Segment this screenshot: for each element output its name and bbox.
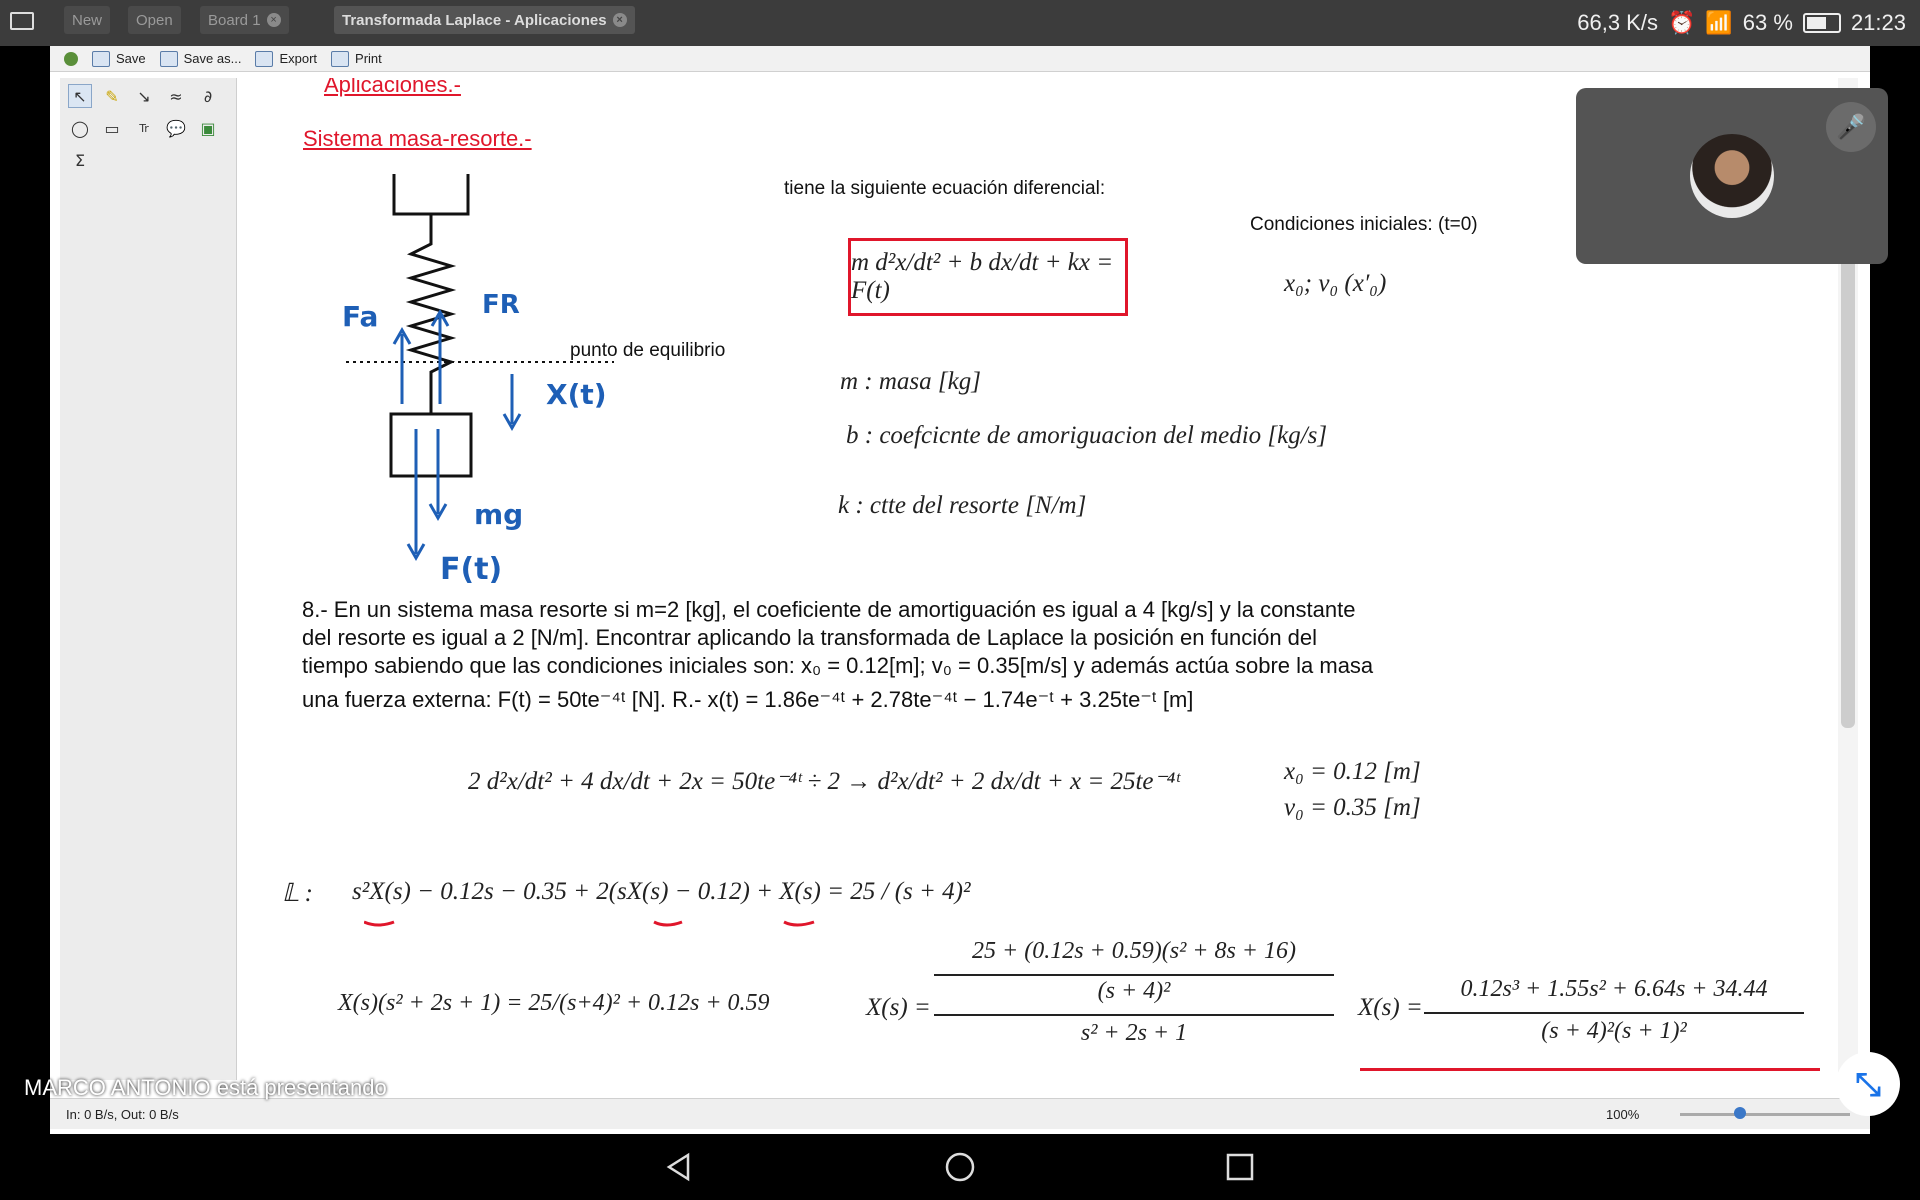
battery-icon: [1802, 13, 1841, 33]
close-icon[interactable]: ×: [266, 13, 281, 27]
ellipse-tool-icon[interactable]: ◯: [68, 116, 92, 140]
comment-tool-icon[interactable]: 💬: [164, 116, 188, 140]
pointer-tool-icon[interactable]: ↖: [68, 84, 92, 108]
close-icon[interactable]: ×: [612, 13, 627, 27]
formula-tool-icon[interactable]: Σ: [68, 148, 92, 172]
xs-denominator: s² + 2s + 1: [1080, 1020, 1188, 1046]
status-bar: New Open Board 1 × Transformada Laplace -…: [0, 0, 1920, 46]
main-equation: m d²x/dt² + b dx/dt + kx = F(t): [851, 249, 1114, 304]
initial-values: x₀; v₀ (x′₀): [1284, 270, 1387, 297]
net-speed: 66,3 K/s: [1577, 10, 1658, 35]
handwriting-fa: Fa: [342, 300, 379, 333]
xs-final-numerator: 0.12s³ + 1.55s² + 6.64s + 34.44: [1460, 976, 1768, 1002]
red-underline: [1360, 1068, 1820, 1071]
save-button[interactable]: Save: [92, 50, 146, 67]
export-icon: [255, 50, 274, 67]
tab-open[interactable]: Open: [128, 6, 181, 34]
fraction-bar: [1424, 1012, 1804, 1014]
io-status: In: 0 B/s, Out: 0 B/s: [66, 1107, 179, 1122]
zoom-slider-handle[interactable]: [1734, 1107, 1746, 1119]
main-equation-box: m d²x/dt² + b dx/dt + kx = F(t): [848, 238, 1128, 316]
toolbar: Save Save as... Export Print: [50, 46, 1870, 72]
handwriting-mg: mg: [474, 498, 524, 531]
handwriting-x-t: X(t): [546, 378, 607, 411]
laplace-transform-step: s²X(s) − 0.12s − 0.35 + 2(sX(s) − 0.12) …: [352, 878, 971, 905]
problem-line-2: del resorte es igual a 2 [N/m]. Encontra…: [302, 625, 1318, 650]
zoom-slider[interactable]: [1680, 1113, 1850, 1116]
xs-label-1: X(s) =: [866, 994, 931, 1021]
save-icon: [92, 50, 110, 67]
home-nav-icon[interactable]: [945, 1152, 975, 1182]
save-as-icon: [159, 50, 178, 67]
pencil-tool-icon[interactable]: ✎: [100, 84, 124, 108]
step-normalize: 2 d²x/dt² + 4 dx/dt + 2x = 50te⁻⁴ᵗ ÷ 2 →…: [468, 768, 1180, 795]
alarm-icon: ⏰: [1667, 10, 1696, 35]
tab-label: Board 1: [208, 11, 261, 29]
zoom-level: 100%: [1606, 1107, 1640, 1122]
wifi-icon: 📶: [1705, 10, 1733, 35]
rectangle-tool-icon[interactable]: ▭: [100, 116, 124, 140]
xs-factored: X(s)(s² + 2s + 1) = 25/(s+4)² + 0.12s + …: [338, 990, 770, 1016]
x0-value: x₀ = 0.12 [m]: [1284, 758, 1421, 785]
problem-statement: 8.- En un sistema masa resorte si m=2 [k…: [302, 596, 1722, 714]
xs-mid-denominator: (s + 4)²: [1097, 978, 1171, 1004]
export-label: Export: [279, 51, 318, 66]
tab-new[interactable]: New: [64, 6, 111, 34]
heading-aplicaciones: Aplicaciones.-: [324, 78, 461, 97]
export-button[interactable]: Export: [255, 50, 318, 67]
equilibrium-label: punto de equilibrio: [570, 340, 726, 361]
heading-sistema-masa-resorte: Sistema masa-resorte.-: [303, 126, 532, 151]
recents-nav-icon[interactable]: [1225, 1152, 1255, 1182]
line-tool-icon[interactable]: ↘: [132, 84, 156, 108]
laplace-symbol: 𝕃 :: [282, 880, 313, 907]
participant-tile[interactable]: 🎤: [1576, 88, 1888, 264]
initial-conditions-label: Condiciones iniciales: (t=0): [1250, 214, 1478, 235]
clock: 21:23: [1850, 10, 1906, 35]
definition-m: m : masa [kg]: [840, 368, 981, 395]
curve-tool-icon[interactable]: ≈: [164, 84, 188, 108]
battery-level: 63 %: [1742, 10, 1793, 35]
handwriting-f-t: F(t): [440, 552, 503, 587]
fraction-bar: [934, 974, 1334, 976]
tab-label: Open: [136, 11, 173, 29]
definition-k: k : ctte del resorte [N/m]: [838, 492, 1087, 519]
print-button[interactable]: Print: [331, 50, 382, 67]
problem-line-3: tiempo sabiendo que las condiciones inic…: [302, 653, 1374, 678]
save-label: Save: [116, 51, 146, 66]
cast-icon: [10, 12, 34, 30]
print-label: Print: [355, 51, 382, 66]
tab-label: New: [72, 11, 103, 29]
xs-final-denominator: (s + 4)²(s + 1)²: [1541, 1018, 1687, 1044]
handwriting-fr: FR: [482, 290, 520, 320]
back-icon[interactable]: [64, 51, 78, 66]
tab-board-1[interactable]: Board 1 ×: [200, 6, 289, 34]
lasso-tool-icon[interactable]: ∂: [196, 84, 220, 108]
presenter-caption: MARCO ANTONIO está presentando: [24, 1075, 387, 1100]
back-nav-icon[interactable]: [664, 1152, 694, 1182]
save-as-label: Save as...: [183, 51, 242, 66]
image-tool-icon[interactable]: ▣: [196, 116, 220, 140]
xs-label-2: X(s) =: [1358, 994, 1423, 1021]
exit-fullscreen-button[interactable]: ⤡: [1836, 1052, 1900, 1116]
mic-off-icon: 🎤: [1826, 102, 1876, 152]
avatar: [1690, 134, 1774, 218]
tab-transformada-laplace[interactable]: Transformada Laplace - Aplicaciones ×: [334, 6, 635, 34]
problem-line-4: una fuerza externa: F(t) = 50te⁻⁴ᵗ [N]. …: [302, 687, 1194, 712]
save-as-button[interactable]: Save as...: [159, 50, 242, 67]
v0-value: v₀ = 0.35 [m]: [1284, 794, 1421, 821]
xs-numerator: 25 + (0.12s + 0.59)(s² + 8s + 16): [972, 938, 1296, 964]
app-status-bar: In: 0 B/s, Out: 0 B/s 100%: [50, 1098, 1870, 1129]
diff-eq-intro: tiene la siguiente ecuación diferencial:: [784, 178, 1106, 199]
tools-panel: ↖ ✎ ↘ ≈ ∂ ◯ ▭ Tr 💬 ▣ Σ: [60, 78, 237, 1080]
definition-b: b : coefcicnte de amoriguacion del medio…: [846, 422, 1328, 449]
red-underline-marks: [364, 920, 815, 927]
print-icon: [331, 50, 350, 67]
navigation-bar: [0, 1134, 1920, 1200]
system-status: 66,3 K/s ⏰ 📶 63 % 21:23: [1577, 0, 1906, 46]
fraction-bar: [934, 1014, 1334, 1016]
tab-label: Transformada Laplace - Aplicaciones: [342, 11, 607, 29]
problem-line-1: 8.- En un sistema masa resorte si m=2 [k…: [302, 597, 1356, 622]
text-tool-icon[interactable]: Tr: [132, 116, 156, 140]
